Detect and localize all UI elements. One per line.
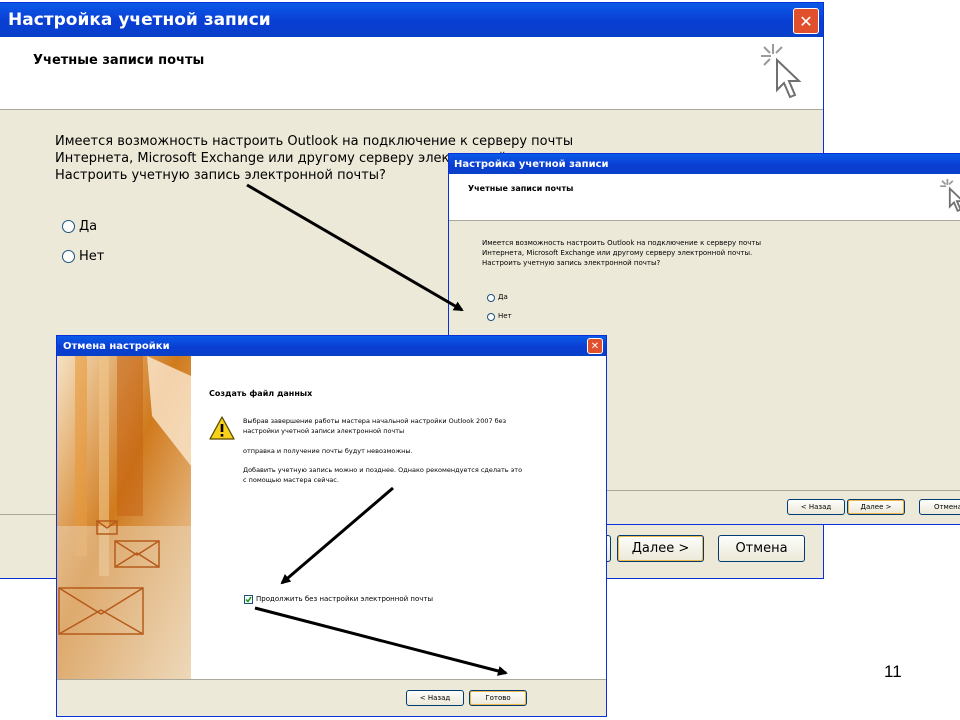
second-question-line-3: Настроить учетную запись электронной поч… <box>482 259 661 267</box>
cancel-info-line: отправка и получение почты будут невозмо… <box>243 447 413 455</box>
cancel-warning-line-2: настройки учетной записи электронной поч… <box>243 427 405 435</box>
second-radio-no-label[interactable]: Нет <box>498 312 512 320</box>
cancel-dialog-titlebar[interactable]: Отмена настройки <box>57 336 606 356</box>
main-radio-no[interactable] <box>62 250 75 263</box>
second-back-button[interactable]: < Назад <box>787 499 845 515</box>
second-radio-yes[interactable] <box>487 294 495 302</box>
cancel-warning-line-1: Выбрав завершение работы мастера начальн… <box>243 417 507 425</box>
wizard-cursor-icon <box>940 179 960 212</box>
cancel-back-button[interactable]: < Назад <box>406 690 464 706</box>
main-radio-no-label[interactable]: Нет <box>79 249 104 264</box>
cancel-dialog-close-button[interactable]: ✕ <box>587 338 603 354</box>
main-radio-yes[interactable] <box>62 220 75 233</box>
cancel-later-line-2: с помощью мастера сейчас. <box>243 476 339 484</box>
second-header-title: Учетные записи почты <box>468 184 574 193</box>
wizard-cursor-icon <box>761 44 802 99</box>
close-icon: ✕ <box>590 340 600 352</box>
main-dialog-title: Настройка учетной записи <box>8 10 271 30</box>
finish-button[interactable]: Готово <box>469 690 527 706</box>
continue-without-setup-checkbox[interactable] <box>244 595 253 604</box>
second-question-line-2: Интернета, Microsoft Exchange или другом… <box>482 249 753 257</box>
second-question-line-1: Имеется возможность настроить Outlook на… <box>482 239 761 247</box>
main-question-line-1: Имеется возможность настроить Outlook на… <box>55 134 574 149</box>
cancel-footer-divider <box>57 679 606 680</box>
second-cancel-button[interactable]: Отмена <box>919 499 960 515</box>
main-header-title: Учетные записи почты <box>33 53 205 68</box>
continue-without-setup-label[interactable]: Продолжить без настройки электронной поч… <box>256 595 433 603</box>
cancel-setup-dialog: Отмена настройки ✕ Создать файл данных В… <box>57 336 606 716</box>
main-dialog-header: Учетные записи почты <box>0 37 823 110</box>
main-dialog-titlebar[interactable]: Настройка учетной записи <box>0 3 823 37</box>
main-cancel-button[interactable]: Отмена <box>718 535 805 562</box>
cancel-later-line-1: Добавить учетную запись можно и позднее.… <box>243 466 523 474</box>
close-icon: ✕ <box>799 11 813 31</box>
main-next-button[interactable]: Далее > <box>617 535 704 562</box>
main-radio-yes-label[interactable]: Да <box>79 219 97 234</box>
second-dialog-header: Учетные записи почты <box>449 174 960 221</box>
wizard-side-graphic <box>57 356 191 679</box>
second-dialog-titlebar[interactable]: Настройка учетной записи <box>449 154 960 174</box>
second-radio-yes-label[interactable]: Да <box>498 293 508 301</box>
main-dialog-close-button[interactable]: ✕ <box>793 8 819 34</box>
slide-number: 11 <box>884 662 902 681</box>
cancel-dialog-title: Отмена настройки <box>63 340 170 352</box>
cancel-dialog-content <box>191 356 606 679</box>
second-next-button[interactable]: Далее > <box>847 499 905 515</box>
checkmark-icon <box>245 596 252 603</box>
second-radio-no[interactable] <box>487 313 495 321</box>
second-dialog-title: Настройка учетной записи <box>454 158 609 170</box>
warning-icon <box>209 416 235 440</box>
cancel-heading: Создать файл данных <box>209 389 313 398</box>
main-question-line-3: Настроить учетную запись электронной поч… <box>55 168 386 183</box>
